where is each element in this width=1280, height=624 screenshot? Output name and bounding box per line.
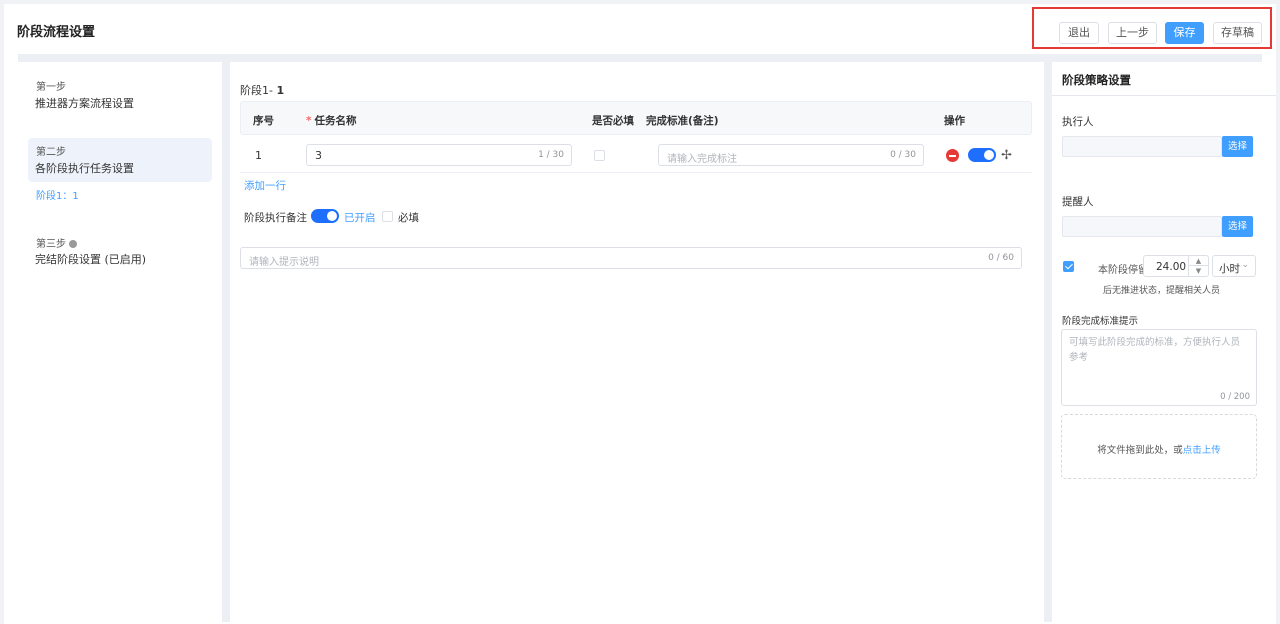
remark-required-checkbox[interactable]: [382, 211, 393, 222]
increment-icon[interactable]: ▲: [1189, 256, 1208, 266]
save-draft-button[interactable]: 存草稿: [1213, 22, 1262, 44]
status-dot-icon: [69, 240, 77, 248]
required-checkbox[interactable]: [594, 150, 605, 161]
remove-row-icon[interactable]: [946, 149, 959, 162]
save-button[interactable]: 保存: [1165, 22, 1204, 44]
executor-field[interactable]: [1062, 136, 1222, 157]
row-divider: [240, 172, 1032, 173]
remark-switch[interactable]: [311, 209, 339, 223]
header: 阶段流程设置 退出 上一步 保存 存草稿: [4, 4, 1276, 54]
step-2-title: 第二步: [36, 147, 66, 158]
step-2-stage-link[interactable]: 阶段1：1: [36, 187, 79, 202]
col-required: 是否必填: [592, 115, 634, 127]
header-divider: [18, 54, 1262, 62]
stay-note: 后无推进状态，提醒相关人员: [1103, 286, 1221, 296]
unit-select[interactable]: 小时 ⌄: [1212, 255, 1256, 277]
remark-required-label: 必填: [398, 212, 419, 224]
standard-input[interactable]: 请输入完成标注 0 / 30: [658, 144, 924, 166]
stepper-arrows[interactable]: ▲ ▼: [1188, 256, 1208, 276]
task-table-header: 序号 * 任务名称 是否必填 完成标准(备注) 操作: [240, 101, 1032, 135]
upload-link[interactable]: 点击上传: [1183, 445, 1221, 456]
strategy-title: 阶段策略设置: [1062, 73, 1131, 87]
reminder-field[interactable]: [1062, 216, 1222, 237]
step-1-title: 第一步: [36, 82, 66, 93]
hint-input[interactable]: 请输入提示说明 0 / 60: [240, 247, 1022, 269]
stay-checkbox[interactable]: [1063, 261, 1074, 272]
header-actions-highlight: 退出 上一步 保存 存草稿: [1032, 7, 1272, 49]
step-1-name[interactable]: 推进器方案流程设置: [35, 95, 134, 111]
standard-tip-textarea[interactable]: 可填写此阶段完成的标准，方便执行人员参考 0 / 200: [1061, 329, 1257, 406]
reminder-label: 提醒人: [1062, 196, 1094, 208]
col-standard: 完成标准(备注): [646, 115, 719, 127]
row-index: 1: [255, 149, 262, 162]
remark-status: 已开启: [344, 212, 376, 224]
col-action: 操作: [944, 115, 965, 127]
step-3-name[interactable]: 完结阶段设置 (已启用): [35, 251, 146, 267]
col-index: 序号: [253, 115, 274, 127]
drag-move-icon[interactable]: ✢: [1001, 149, 1012, 162]
task-settings: 阶段1- 1 序号 * 任务名称 是否必填 完成标准(备注) 操作 1 3 1 /…: [230, 62, 1044, 622]
row-enable-switch[interactable]: [968, 148, 996, 162]
steps-sidebar: 第一步 推进器方案流程设置 第二步 各阶段执行任务设置 阶段1：1 第三步 完结…: [18, 62, 222, 622]
executor-select-button[interactable]: 选择: [1222, 136, 1253, 157]
strategy-panel: 阶段策略设置 执行人 选择 提醒人 选择 本阶段停留 24.00 ▲ ▼ 小时 …: [1052, 62, 1276, 622]
stage-label: 阶段1- 1: [240, 84, 285, 97]
exit-button[interactable]: 退出: [1059, 22, 1099, 44]
col-task-name: * 任务名称: [306, 115, 357, 127]
column-divider: [222, 62, 230, 622]
reminder-select-button[interactable]: 选择: [1222, 216, 1253, 237]
stay-label: 本阶段停留: [1098, 265, 1148, 276]
step-2-name[interactable]: 各阶段执行任务设置: [35, 160, 134, 176]
decrement-icon[interactable]: ▼: [1189, 266, 1208, 276]
column-divider: [1044, 62, 1052, 622]
prev-step-button[interactable]: 上一步: [1108, 22, 1157, 44]
upload-dropzone[interactable]: 将文件拖到此处，或点击上传: [1061, 414, 1257, 479]
remark-label: 阶段执行备注: [244, 212, 307, 224]
step-3-title: 第三步: [36, 235, 77, 250]
task-name-input[interactable]: 3 1 / 30: [306, 144, 572, 166]
page: 阶段流程设置 退出 上一步 保存 存草稿 第一步 推进器方案流程设置 第二步 各…: [4, 4, 1276, 624]
stay-hours-input[interactable]: 24.00 ▲ ▼: [1143, 255, 1209, 277]
strategy-divider: [1052, 95, 1276, 96]
executor-label: 执行人: [1062, 116, 1094, 128]
page-title: 阶段流程设置: [17, 25, 96, 40]
chevron-down-icon: ⌄: [1241, 260, 1249, 270]
add-row-link[interactable]: 添加一行: [244, 178, 286, 193]
standard-tip-label: 阶段完成标准提示: [1062, 316, 1139, 327]
